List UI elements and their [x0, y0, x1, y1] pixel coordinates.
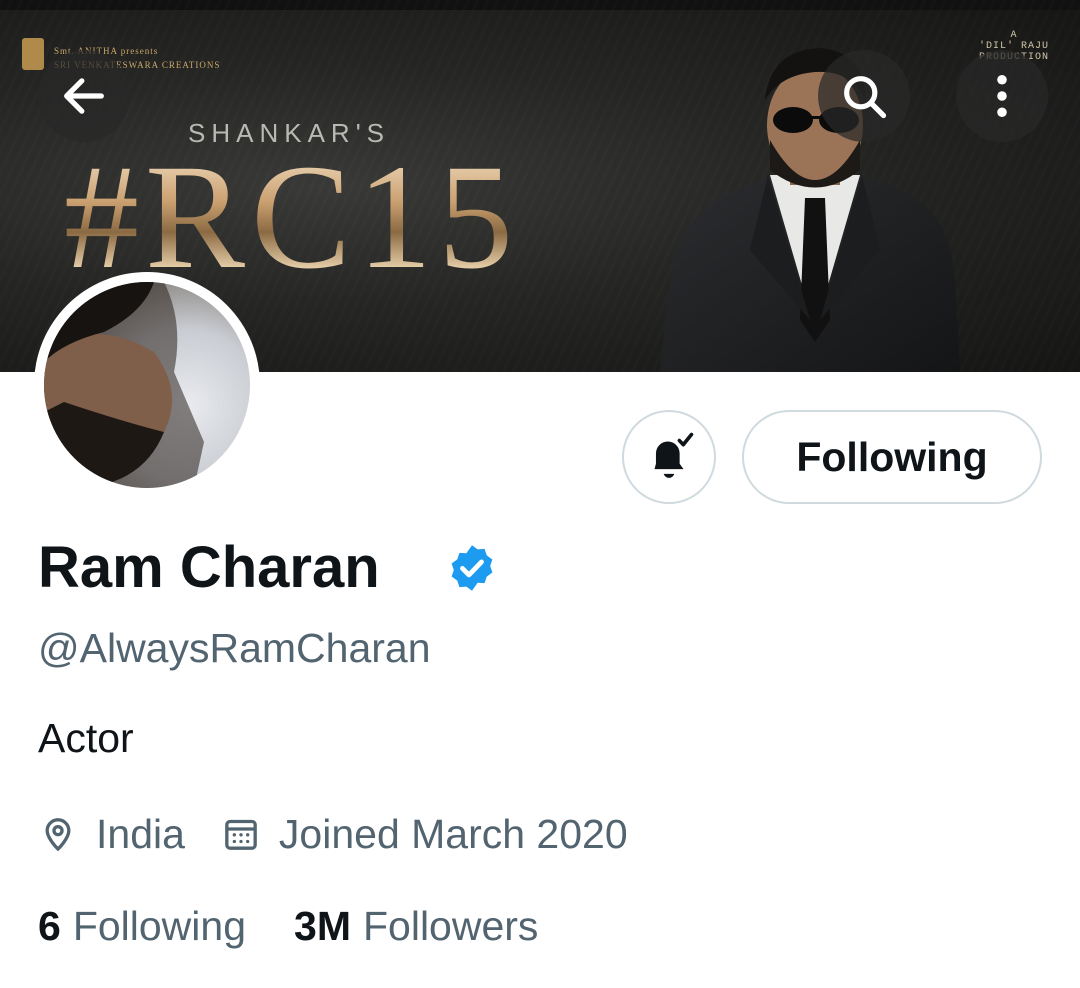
profile-name: Ram Charan: [38, 535, 380, 600]
calendar-icon: [221, 814, 261, 854]
profile-bio: Actor: [38, 715, 134, 761]
avatar-photo: [44, 282, 250, 488]
followers-count: 3M: [294, 902, 351, 949]
production-line-1: A: [1010, 30, 1018, 41]
following-stat[interactable]: 6 Following: [38, 903, 246, 950]
more-vertical-icon: [997, 74, 1007, 118]
arrow-left-icon: [64, 78, 104, 114]
back-button[interactable]: [38, 50, 130, 142]
following-label: Following: [72, 902, 247, 949]
profile-joined-date: Joined March 2020: [278, 810, 628, 857]
profile-stats: 6 Following 3M Followers: [38, 898, 538, 954]
profile-meta: India Joined March 2020: [38, 806, 628, 862]
notifications-button[interactable]: [622, 410, 716, 504]
production-line-2: 'DIL' RAJU: [978, 41, 1049, 52]
profile-location: India: [96, 810, 185, 857]
bell-check-icon: [654, 432, 694, 478]
following-button[interactable]: Following: [742, 410, 1042, 504]
verified-badge-icon: [451, 545, 493, 591]
followers-label: Followers: [362, 902, 539, 949]
banner-title: #RC15: [64, 134, 520, 300]
profile-handle: @AlwaysRamCharan: [38, 625, 431, 671]
search-button[interactable]: [818, 50, 910, 142]
avatar-face-illustration: [44, 282, 204, 488]
avatar[interactable]: [34, 272, 260, 498]
search-icon: [844, 76, 887, 119]
production-logo-icon: [22, 38, 44, 70]
more-options-button[interactable]: [956, 50, 1048, 142]
followers-stat[interactable]: 3M Followers: [294, 903, 538, 950]
banner-actor-figure: [660, 48, 960, 372]
following-count: 6: [38, 902, 61, 949]
location-pin-icon: [38, 814, 78, 854]
